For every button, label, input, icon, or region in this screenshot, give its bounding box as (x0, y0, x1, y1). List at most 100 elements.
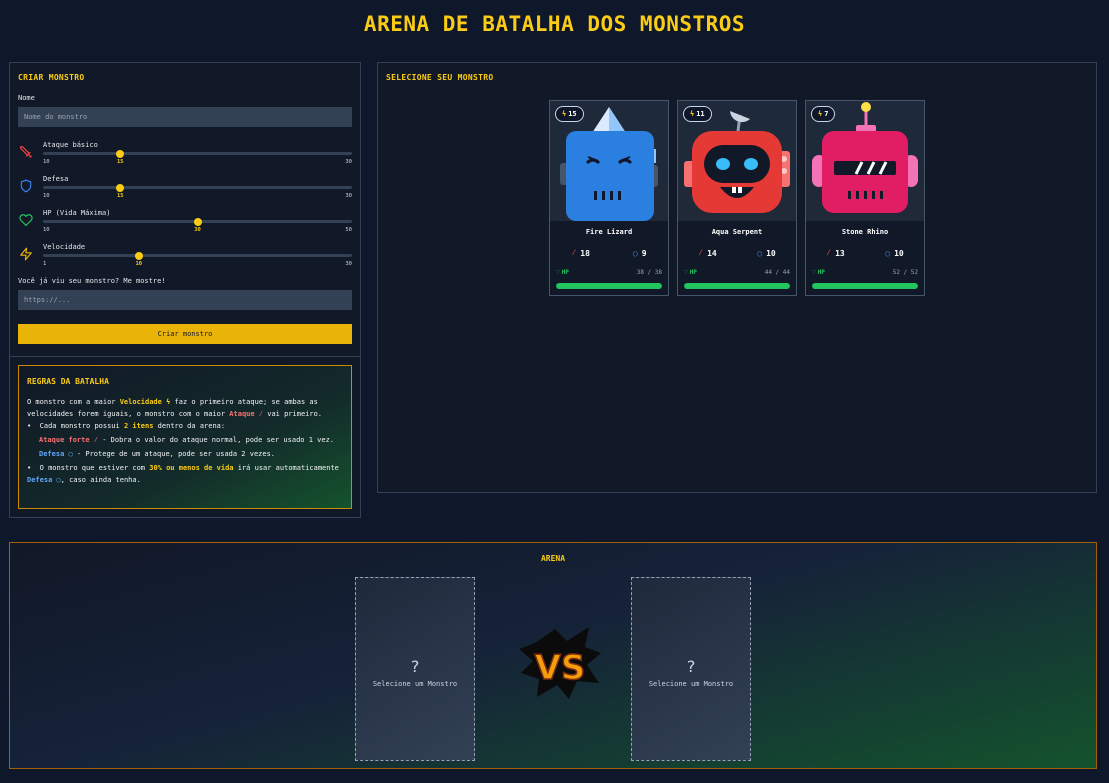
shield-icon: ◯ (64, 450, 73, 458)
create-title: CRIAR MONSTRO (18, 73, 85, 82)
slider-min: 10 (43, 227, 50, 233)
sword-icon: ⁄ (89, 436, 98, 444)
monster-card-fire-lizard[interactable]: ϟ 15 Fire Lizard ⁄ 18 ◯ 9 ♡ HP 38 / 38 (549, 100, 669, 296)
name-input[interactable]: Nome do monstro (18, 107, 352, 127)
select-title: SELECIONE SEU MONSTRO (386, 73, 494, 82)
heart-icon (19, 214, 33, 227)
defense-value: 10 (766, 248, 776, 258)
shield-icon: ◯ (632, 248, 638, 258)
name-label: Nome (18, 94, 35, 102)
speed-badge: ϟ 11 (683, 106, 712, 122)
shield-icon: ◯ (52, 476, 61, 484)
lightning-icon: ϟ (818, 110, 823, 118)
monster-stats: ⁄ 18 ◯ 9 (550, 248, 668, 258)
arena-slot-right[interactable]: ? Selecione um Monstro (631, 577, 751, 761)
monster-card-aqua-serpent[interactable]: ϟ 11 Aqua Serpent ⁄ 14 ◯ 10 ♡ HP 44 / 44 (677, 100, 797, 296)
battle-rules: REGRAS DA BATALHA O monstro com a maior … (18, 365, 352, 509)
hp-bar (812, 283, 918, 289)
hp-row: ♡ HP 44 / 44 (684, 269, 790, 279)
attack-stat: ⁄ 18 (571, 248, 589, 258)
question-icon: ? (410, 656, 420, 676)
heart-icon: ♡ (812, 269, 816, 276)
rule-text: O monstro com a maior (27, 398, 120, 406)
item-desc: - Dobra o valor do ataque normal, pode s… (98, 436, 335, 444)
speed-badge: ϟ 15 (555, 106, 584, 122)
monster-name: Fire Lizard (585, 228, 633, 236)
slider-thumb[interactable] (116, 183, 125, 192)
sword-icon: ⁄ (826, 248, 832, 257)
stat-name: Velocidade (43, 243, 86, 251)
lightning-icon: ϟ (690, 110, 695, 118)
slider-max: 30 (345, 261, 352, 267)
hp-label-text: HP (561, 269, 569, 276)
arena-title: ARENA (540, 554, 566, 563)
rule-speed: Velocidade (119, 398, 162, 406)
arena-slot-left[interactable]: ? Selecione um Monstro (355, 577, 475, 761)
slider-value: 15 (116, 159, 124, 165)
monster-name: Stone Rhino (841, 228, 889, 236)
defense-value: 9 (641, 248, 647, 258)
rule-text: dentro da arena: (153, 422, 226, 430)
attack-stat: ⁄ 14 (698, 248, 716, 258)
rule-3: • O monstro que estiver com 30% ou menos… (27, 462, 343, 486)
image-url-input[interactable]: https://... (18, 290, 352, 310)
monster-name: Aqua Serpent (711, 228, 763, 236)
sword-icon (20, 146, 32, 158)
slider-value: 10 (135, 261, 143, 267)
sword-icon: ⁄ (254, 410, 264, 418)
speed-slider[interactable] (43, 251, 352, 260)
item-name: Ataque forte (39, 436, 90, 444)
hp-fill (684, 283, 790, 289)
defense-slider[interactable] (43, 183, 352, 192)
slider-max: 50 (345, 227, 352, 233)
stat-row-defense: Defesa 10 15 30 (18, 171, 352, 205)
monster-card-stone-rhino[interactable]: ϟ7 Stone Rhino ⁄ 13 ◯ 10 ♡ HP 52 / 52 (805, 100, 925, 296)
rule-2: • Cada monstro possui 2 itens dentro da … (27, 420, 343, 432)
arena: ARENA ? Selecione um Monstro VS ? Seleci… (9, 542, 1097, 769)
rule-text: vai primeiro. (263, 410, 323, 418)
shield-icon: ◯ (885, 248, 891, 258)
hp-label-text: HP (689, 269, 697, 276)
slider-value: 30 (194, 227, 201, 233)
hp-value: 38 / 38 (636, 269, 662, 276)
shield-icon (20, 179, 32, 193)
hp-value: 44 / 44 (764, 269, 790, 276)
slider-thumb[interactable] (193, 217, 202, 226)
hp-label: ♡ HP (556, 269, 569, 276)
defense-stat: ◯ 10 (885, 248, 903, 258)
rule-hp-threshold: 30% ou menos de vida (149, 464, 234, 472)
hp-slider[interactable] (43, 217, 352, 226)
slider-thumb[interactable] (116, 149, 125, 158)
defense-stat: ◯ 9 (633, 248, 647, 258)
create-monster-button[interactable]: Criar monstro (18, 324, 352, 344)
slider-max: 30 (345, 159, 352, 165)
hp-bar (556, 283, 662, 289)
slider-min: 10 (43, 193, 50, 199)
bullet: • (27, 422, 40, 430)
attack-value: 13 (835, 248, 845, 258)
slider-min: 1 (43, 261, 47, 267)
item-name: Defesa (39, 450, 65, 458)
select-monster-panel: SELECIONE SEU MONSTRO ϟ 15 Fire Lizard ⁄… (377, 62, 1097, 493)
heart-icon: ♡ (556, 269, 560, 276)
stat-name: HP (Vida Máxima) (43, 209, 111, 217)
stat-row-speed: Velocidade 1 10 30 (18, 239, 352, 273)
item-desc: - Protege de um ataque, pode ser usada 2… (72, 450, 276, 458)
vs-text: VS (535, 648, 586, 688)
hp-value: 52 / 52 (892, 269, 918, 276)
speed-value: 11 (696, 110, 705, 118)
sword-icon: ⁄ (571, 248, 577, 257)
hp-fill (812, 283, 918, 289)
create-panel: CRIAR MONSTRO Nome Nome do monstro Ataqu… (9, 62, 361, 518)
stat-name: Ataque básico (43, 141, 98, 149)
attack-slider[interactable] (43, 149, 352, 158)
rule-text: Cada monstro possui (39, 422, 124, 430)
monster-image: ϟ 11 (678, 101, 796, 221)
defense-stat: ◯ 10 (757, 248, 775, 258)
slider-thumb[interactable] (134, 251, 143, 260)
rule-1: O monstro com a maior Velocidade ϟ faz o… (27, 396, 343, 420)
rules-title: REGRAS DA BATALHA (27, 377, 109, 386)
speed-badge: ϟ7 (811, 106, 836, 122)
rule-text: , caso ainda tenha. (60, 476, 141, 484)
hp-fill (556, 283, 662, 289)
